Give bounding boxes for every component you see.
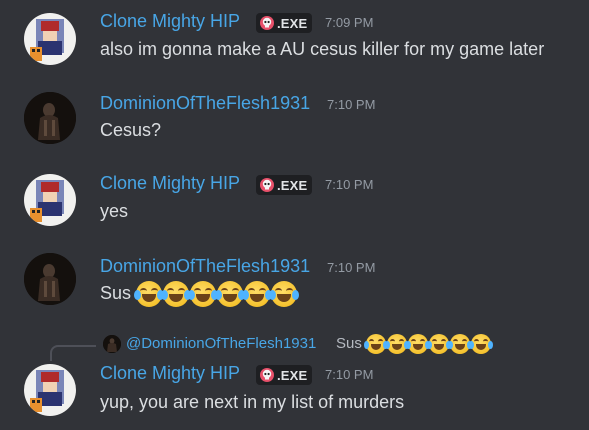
message-text: yup, you are next in my list of murders: [100, 392, 405, 412]
dominion-avatar-image: [24, 253, 76, 305]
timestamp[interactable]: 7:10 PM: [327, 260, 375, 275]
tag-label: .EXE: [277, 177, 308, 193]
reply-avatar[interactable]: [103, 335, 121, 353]
clone-avatar-image: [30, 19, 64, 61]
skull-icon: [260, 368, 274, 382]
joy-emoji-icon: [215, 281, 245, 307]
joy-emoji-icon: [242, 281, 272, 307]
clone-avatar-image: [30, 370, 64, 412]
joy-emoji-icon: [469, 334, 493, 354]
message-text: yes: [100, 201, 129, 221]
joy-emoji-icon: [188, 281, 218, 307]
author-name[interactable]: Clone Mighty HIP: [100, 173, 240, 194]
dominion-avatar-small: [103, 335, 121, 353]
joy-emoji-icon: [448, 334, 472, 354]
message-text: Cesus?: [100, 120, 162, 140]
server-tag[interactable]: .EXE: [256, 13, 313, 33]
joy-emoji-icon: [269, 281, 299, 307]
reply-author-name[interactable]: @DominionOfTheFlesh1931: [126, 335, 316, 352]
message-text: also im gonna make a AU cesus killer for…: [100, 39, 545, 59]
timestamp[interactable]: 7:10 PM: [325, 177, 373, 192]
avatar[interactable]: [24, 13, 76, 65]
tag-label: .EXE: [277, 367, 308, 383]
avatar[interactable]: [24, 253, 76, 305]
clone-avatar-image: [30, 180, 64, 222]
timestamp[interactable]: 7:10 PM: [325, 367, 373, 382]
avatar[interactable]: [24, 92, 76, 144]
timestamp[interactable]: 7:10 PM: [327, 97, 375, 112]
reply-text[interactable]: Sus: [336, 335, 362, 352]
skull-icon: [260, 16, 274, 30]
emoji-row: [134, 281, 299, 307]
timestamp[interactable]: 7:09 PM: [325, 15, 373, 30]
reply-emoji-row: [364, 334, 493, 354]
message-text: Sus: [100, 283, 132, 303]
reply-connector: [50, 345, 96, 361]
server-tag[interactable]: .EXE: [256, 175, 313, 195]
joy-emoji-icon: [427, 334, 451, 354]
avatar[interactable]: [24, 174, 76, 226]
author-name[interactable]: DominionOfTheFlesh1931: [100, 93, 310, 114]
avatar[interactable]: [24, 364, 76, 416]
joy-emoji-icon: [161, 281, 191, 307]
author-name[interactable]: Clone Mighty HIP: [100, 363, 240, 384]
joy-emoji-icon: [134, 281, 164, 307]
author-name[interactable]: Clone Mighty HIP: [100, 11, 240, 32]
skull-icon: [260, 178, 274, 192]
tag-label: .EXE: [277, 15, 308, 31]
author-name[interactable]: DominionOfTheFlesh1931: [100, 256, 310, 277]
joy-emoji-icon: [406, 334, 430, 354]
joy-emoji-icon: [364, 334, 388, 354]
server-tag[interactable]: .EXE: [256, 365, 313, 385]
dominion-avatar-image: [24, 92, 76, 144]
joy-emoji-icon: [385, 334, 409, 354]
